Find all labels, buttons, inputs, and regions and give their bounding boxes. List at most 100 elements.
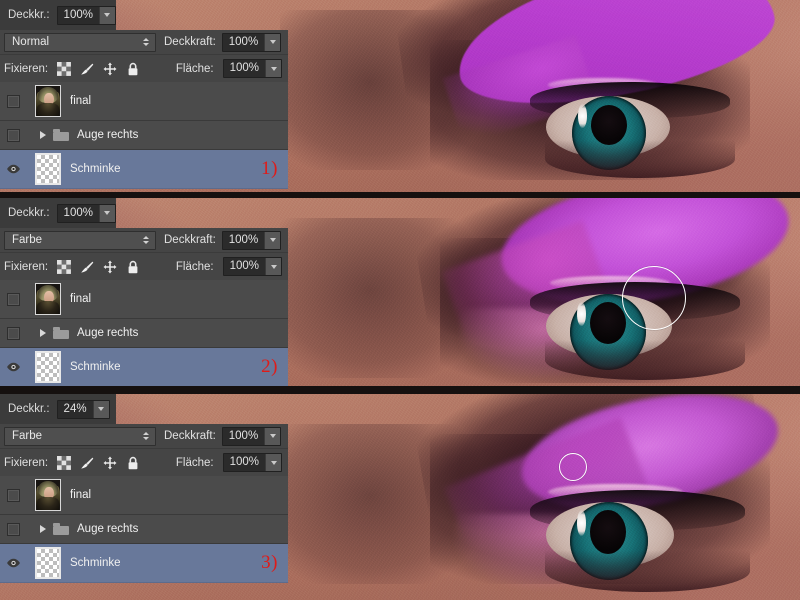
visibility-toggle-schminke[interactable]	[0, 164, 26, 174]
layer-row-final[interactable]: final	[0, 280, 288, 319]
layer-thumbnail-schminke[interactable]	[26, 351, 70, 383]
blend-mode-row[interactable]: Normal Deckkraft: 100%	[0, 30, 288, 55]
tool-opacity-input[interactable]: 24%	[56, 399, 110, 419]
layer-thumbnail-schminke[interactable]	[26, 547, 70, 579]
tool-opacity-stepper-icon[interactable]	[98, 204, 115, 222]
blend-mode-select[interactable]: Farbe	[4, 230, 156, 250]
brush-cursor	[559, 453, 587, 481]
transparency-lock-icon[interactable]	[57, 455, 72, 470]
layer-thumbnail-final[interactable]	[26, 85, 70, 117]
lock-all-icon[interactable]	[126, 62, 140, 76]
opacity-stepper-icon[interactable]	[264, 427, 281, 445]
fill-input[interactable]: 100%	[222, 257, 282, 276]
step-badge: 3)	[261, 552, 278, 573]
layer-row-schminke[interactable]: Schminke 3)	[0, 544, 288, 583]
tool-opacity-strip-2[interactable]: Deckkr.: 100%	[0, 198, 116, 228]
layers-panel-3[interactable]: Farbe Deckkraft: 100% Fixieren: Fläche: …	[0, 424, 288, 583]
step-badge: 1)	[261, 158, 278, 179]
transparency-lock-icon[interactable]	[57, 61, 72, 76]
folder-icon	[53, 523, 69, 535]
layer-row-group[interactable]: Auge rechts	[0, 121, 288, 150]
brush-lock-icon[interactable]	[80, 62, 94, 76]
blend-mode-row[interactable]: Farbe Deckkraft: 100%	[0, 228, 288, 253]
layer-row-final[interactable]: final	[0, 82, 288, 121]
visibility-toggle-final[interactable]	[0, 94, 26, 108]
visibility-toggle-schminke[interactable]	[0, 558, 26, 568]
visibility-toggle-group[interactable]	[0, 326, 26, 340]
fill-input[interactable]: 100%	[222, 453, 282, 472]
blend-mode-row[interactable]: Farbe Deckkraft: 100%	[0, 424, 288, 449]
move-lock-icon[interactable]	[103, 260, 117, 274]
layer-thumbnail-schminke[interactable]	[26, 153, 70, 185]
opacity-stepper-icon[interactable]	[264, 231, 281, 249]
lock-row[interactable]: Fixieren: Fläche: 100%	[0, 55, 288, 82]
layer-list[interactable]: final Auge rechts	[0, 476, 288, 583]
opacity-input[interactable]: 100%	[221, 32, 282, 52]
blend-mode-select[interactable]: Farbe	[4, 426, 156, 446]
chevron-right-icon[interactable]	[40, 525, 46, 533]
layer-row-schminke[interactable]: Schminke 2)	[0, 348, 288, 387]
layer-row-final[interactable]: final	[0, 476, 288, 515]
opacity-label: Deckkraft:	[164, 234, 216, 246]
eye-icon[interactable]	[6, 558, 21, 568]
visibility-toggle-final[interactable]	[0, 488, 26, 502]
lock-label: Fixieren:	[4, 62, 49, 75]
visibility-toggle-final[interactable]	[0, 292, 26, 306]
chevron-updown-icon[interactable]	[143, 38, 149, 46]
opacity-stepper-icon[interactable]	[264, 33, 281, 51]
opacity-value: 100%	[228, 429, 259, 442]
layers-panel-1[interactable]: Normal Deckkraft: 100% Fixieren: Fläche:…	[0, 30, 288, 189]
opacity-input[interactable]: 100%	[221, 230, 282, 250]
visibility-toggle-schminke[interactable]	[0, 362, 26, 372]
tool-opacity-value: 24%	[63, 402, 87, 415]
chevron-right-icon[interactable]	[40, 131, 46, 139]
layer-row-group[interactable]: Auge rechts	[0, 319, 288, 348]
eye-icon[interactable]	[6, 362, 21, 372]
blend-mode-select[interactable]: Normal	[4, 32, 156, 52]
tool-opacity-label: Deckkr.:	[8, 207, 50, 219]
move-lock-icon[interactable]	[103, 456, 117, 470]
move-lock-icon[interactable]	[103, 62, 117, 76]
chevron-updown-icon[interactable]	[143, 432, 149, 440]
layer-name-schminke: Schminke	[70, 163, 121, 175]
blend-mode-value: Farbe	[12, 234, 43, 246]
fill-value: 100%	[229, 62, 259, 74]
lock-row[interactable]: Fixieren: Fläche: 100%	[0, 253, 288, 280]
lock-all-icon[interactable]	[126, 456, 140, 470]
layers-panel-2[interactable]: Farbe Deckkraft: 100% Fixieren: Fläche: …	[0, 228, 288, 387]
screenshot-stage: Normal Deckkraft: 100% Fixieren: Fläche:…	[0, 0, 800, 600]
opacity-input[interactable]: 100%	[221, 426, 282, 446]
layer-row-group[interactable]: Auge rechts	[0, 515, 288, 544]
lock-all-icon[interactable]	[126, 260, 140, 274]
tool-opacity-strip-1[interactable]: Deckkr.: 100%	[0, 0, 116, 30]
fill-value: 100%	[229, 260, 259, 272]
opacity-label: Deckkraft:	[164, 36, 216, 48]
fill-stepper-icon[interactable]	[265, 258, 281, 275]
fill-stepper-icon[interactable]	[265, 60, 281, 77]
visibility-toggle-group[interactable]	[0, 128, 26, 142]
layer-row-schminke[interactable]: Schminke 1)	[0, 150, 288, 189]
tool-opacity-value: 100%	[63, 206, 93, 219]
layer-thumbnail-final[interactable]	[26, 283, 70, 315]
tool-opacity-value: 100%	[63, 8, 93, 21]
chevron-updown-icon[interactable]	[143, 236, 149, 244]
layer-thumbnail-final[interactable]	[26, 479, 70, 511]
tool-opacity-stepper-icon[interactable]	[98, 6, 115, 24]
transparency-lock-icon[interactable]	[57, 259, 72, 274]
tool-opacity-stepper-icon[interactable]	[92, 400, 109, 418]
chevron-right-icon[interactable]	[40, 329, 46, 337]
tool-opacity-input[interactable]: 100%	[56, 5, 116, 25]
fill-input[interactable]: 100%	[222, 59, 282, 78]
lock-label: Fixieren:	[4, 456, 49, 469]
fill-label: Fläche:	[175, 456, 214, 469]
eye-icon[interactable]	[6, 164, 21, 174]
brush-lock-icon[interactable]	[80, 260, 94, 274]
lock-row[interactable]: Fixieren: Fläche: 100%	[0, 449, 288, 476]
brush-lock-icon[interactable]	[80, 456, 94, 470]
layer-list[interactable]: final Auge rechts	[0, 280, 288, 387]
layer-list[interactable]: final Auge rechts	[0, 82, 288, 189]
tool-opacity-input[interactable]: 100%	[56, 203, 116, 223]
fill-stepper-icon[interactable]	[265, 454, 281, 471]
tool-opacity-strip-3[interactable]: Deckkr.: 24%	[0, 394, 116, 424]
visibility-toggle-group[interactable]	[0, 522, 26, 536]
